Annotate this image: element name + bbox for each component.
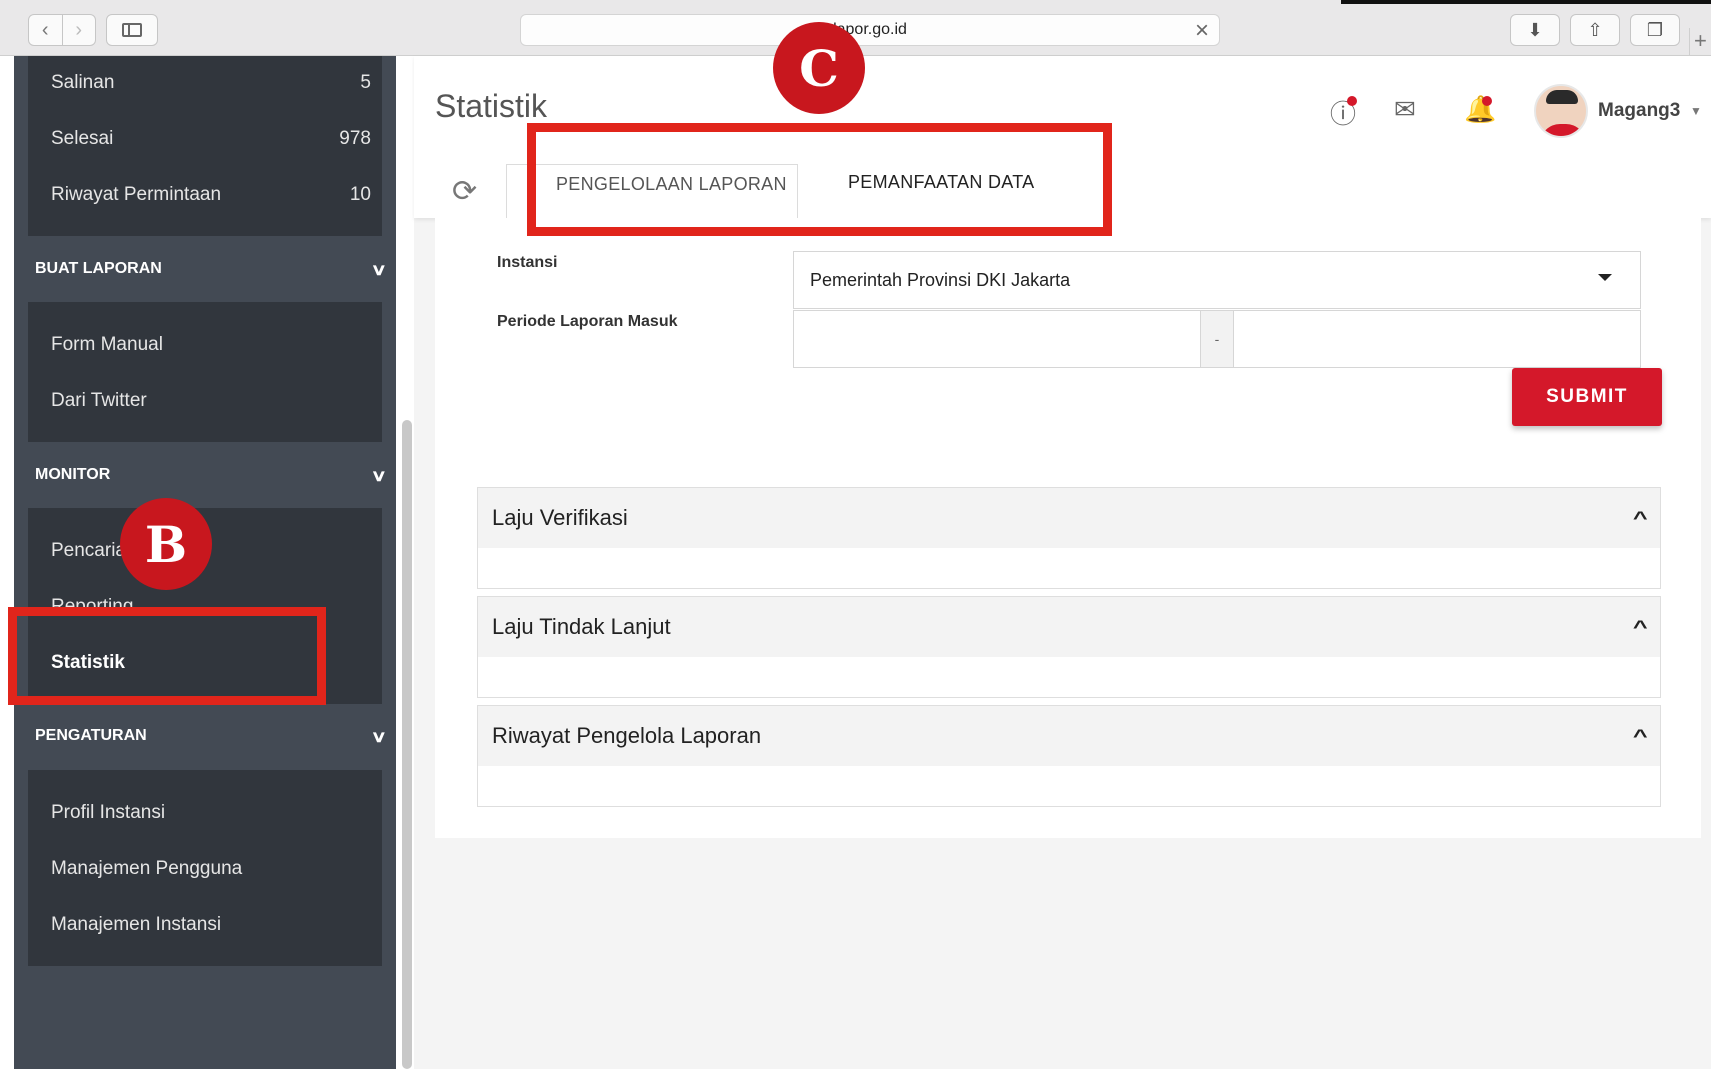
info-badge bbox=[1347, 96, 1357, 106]
panel-title: Laju Verifikasi bbox=[492, 505, 628, 530]
sidebar-panel-buat-laporan bbox=[28, 302, 382, 442]
sidebar-item-manajemen-instansi[interactable]: Manajemen Instansi bbox=[51, 914, 371, 936]
instansi-value: Pemerintah Provinsi DKI Jakarta bbox=[810, 270, 1071, 290]
new-tab-button[interactable]: + bbox=[1689, 28, 1711, 56]
sidebar-section-monitor[interactable]: MONITOR ∨ bbox=[35, 466, 388, 486]
sidebar-item-label: Profil Instansi bbox=[51, 802, 166, 823]
highlight-box-statistik bbox=[8, 607, 326, 705]
sidebar-item-count: 10 bbox=[349, 184, 371, 205]
sidebar-item-riwayat-permintaan[interactable]: Riwayat Permintaan 10 bbox=[51, 184, 371, 206]
chevron-up-icon[interactable]: ^ bbox=[1633, 617, 1648, 638]
download-icon: ⬇ bbox=[1527, 19, 1543, 40]
panel-riwayat-pengelola: Riwayat Pengelola Laporan ^ bbox=[477, 705, 1661, 807]
instansi-label: Instansi bbox=[497, 254, 558, 271]
sidebar-item-label: Riwayat Permintaan bbox=[51, 184, 222, 205]
panel-title: Riwayat Pengelola Laporan bbox=[492, 723, 762, 748]
date-separator: - bbox=[1200, 310, 1234, 368]
sidebar-item-count: 5 bbox=[360, 72, 371, 93]
sidebar-item-profil-instansi[interactable]: Profil Instansi bbox=[51, 802, 371, 824]
caret-down-icon bbox=[1598, 274, 1612, 281]
sidebar-item-manajemen-pengguna[interactable]: Manajemen Pengguna bbox=[51, 858, 371, 880]
section-title: PENGATURAN bbox=[35, 727, 147, 744]
downloads-button[interactable]: ⬇ bbox=[1510, 14, 1560, 46]
tabs-icon: ❐ bbox=[1646, 19, 1664, 40]
avatar-shirt bbox=[1540, 124, 1586, 136]
sidebar-item-label: Selesai bbox=[51, 128, 114, 149]
nav-buttons: ‹ › bbox=[28, 14, 96, 46]
screen: { "browser": { "url": "lapor.go.id", "ba… bbox=[0, 0, 1711, 1069]
sidebar-item-label: Form Manual bbox=[51, 334, 163, 355]
toolbar-edge bbox=[1341, 0, 1711, 4]
user-name[interactable]: Magang3 bbox=[1598, 100, 1680, 122]
share-icon: ⇧ bbox=[1587, 19, 1603, 40]
sidebar-item-form-manual[interactable]: Form Manual bbox=[51, 334, 371, 356]
section-title: BUAT LAPORAN bbox=[35, 260, 162, 277]
back-icon[interactable]: ‹ bbox=[29, 15, 62, 45]
clear-url-icon[interactable]: × bbox=[1195, 17, 1209, 45]
sidebar-item-dari-twitter[interactable]: Dari Twitter bbox=[51, 390, 371, 412]
avatar[interactable] bbox=[1534, 84, 1588, 138]
panel-title: Laju Tindak Lanjut bbox=[492, 614, 671, 639]
panel-header[interactable]: Riwayat Pengelola Laporan ^ bbox=[478, 706, 1660, 766]
section-title: MONITOR bbox=[35, 466, 111, 483]
sidebar-scrollbar[interactable] bbox=[402, 420, 412, 1069]
address-bar[interactable]: lapor.go.id × bbox=[520, 14, 1220, 46]
panel-header[interactable]: Laju Tindak Lanjut ^ bbox=[478, 597, 1660, 657]
sidebar-item-salinan[interactable]: Salinan 5 bbox=[51, 72, 371, 94]
sidebar-section-buat-laporan[interactable]: BUAT LAPORAN ∨ bbox=[35, 260, 388, 280]
chevron-up-icon[interactable]: ^ bbox=[1633, 726, 1648, 747]
share-button[interactable]: ⇧ bbox=[1570, 14, 1620, 46]
sidebar-item-label: Manajemen Instansi bbox=[51, 914, 222, 935]
sidebar-item-label: Salinan bbox=[51, 72, 115, 93]
sidebar-item-count: 978 bbox=[339, 128, 371, 149]
sidebar-item-label: Manajemen Pengguna bbox=[51, 858, 243, 879]
panel-header[interactable]: Laju Verifikasi ^ bbox=[478, 488, 1660, 548]
caret-down-icon[interactable]: ▼ bbox=[1690, 104, 1702, 118]
sidebar-item-selesai[interactable]: Selesai 978 bbox=[51, 128, 371, 150]
left-edge bbox=[0, 56, 14, 1069]
sidebar-toggle-button[interactable] bbox=[106, 14, 158, 46]
annotation-c: C bbox=[773, 22, 865, 114]
chevron-down-icon: ∨ bbox=[370, 729, 388, 746]
annotation-b: B bbox=[120, 498, 212, 590]
tabs-overview-button[interactable]: ❐ bbox=[1630, 14, 1680, 46]
chevron-up-icon[interactable]: ^ bbox=[1633, 508, 1648, 529]
panel-laju-verifikasi: Laju Verifikasi ^ bbox=[477, 487, 1661, 589]
notification-badge bbox=[1482, 96, 1492, 106]
chevron-down-icon: ∨ bbox=[370, 262, 388, 279]
highlight-box-tabs bbox=[527, 123, 1112, 236]
forward-icon[interactable]: › bbox=[61, 15, 96, 45]
avatar-hair bbox=[1546, 90, 1578, 104]
date-start-input[interactable] bbox=[793, 310, 1201, 368]
submit-button[interactable]: SUBMIT bbox=[1512, 368, 1662, 426]
date-end-input[interactable] bbox=[1233, 310, 1641, 368]
page-title: Statistik bbox=[435, 88, 548, 124]
periode-label: Periode Laporan Masuk bbox=[497, 313, 678, 330]
mail-icon[interactable]: ✉ bbox=[1394, 94, 1416, 125]
refresh-icon[interactable]: ⟳ bbox=[452, 174, 477, 209]
sidebar-item-label: Dari Twitter bbox=[51, 390, 147, 411]
instansi-select[interactable]: Pemerintah Provinsi DKI Jakarta bbox=[793, 251, 1641, 309]
sidebar-section-pengaturan[interactable]: PENGATURAN ∨ bbox=[35, 727, 388, 747]
sidebar-icon bbox=[122, 23, 142, 37]
chevron-down-icon: ∨ bbox=[370, 468, 388, 485]
panel-laju-tindak-lanjut: Laju Tindak Lanjut ^ bbox=[477, 596, 1661, 698]
